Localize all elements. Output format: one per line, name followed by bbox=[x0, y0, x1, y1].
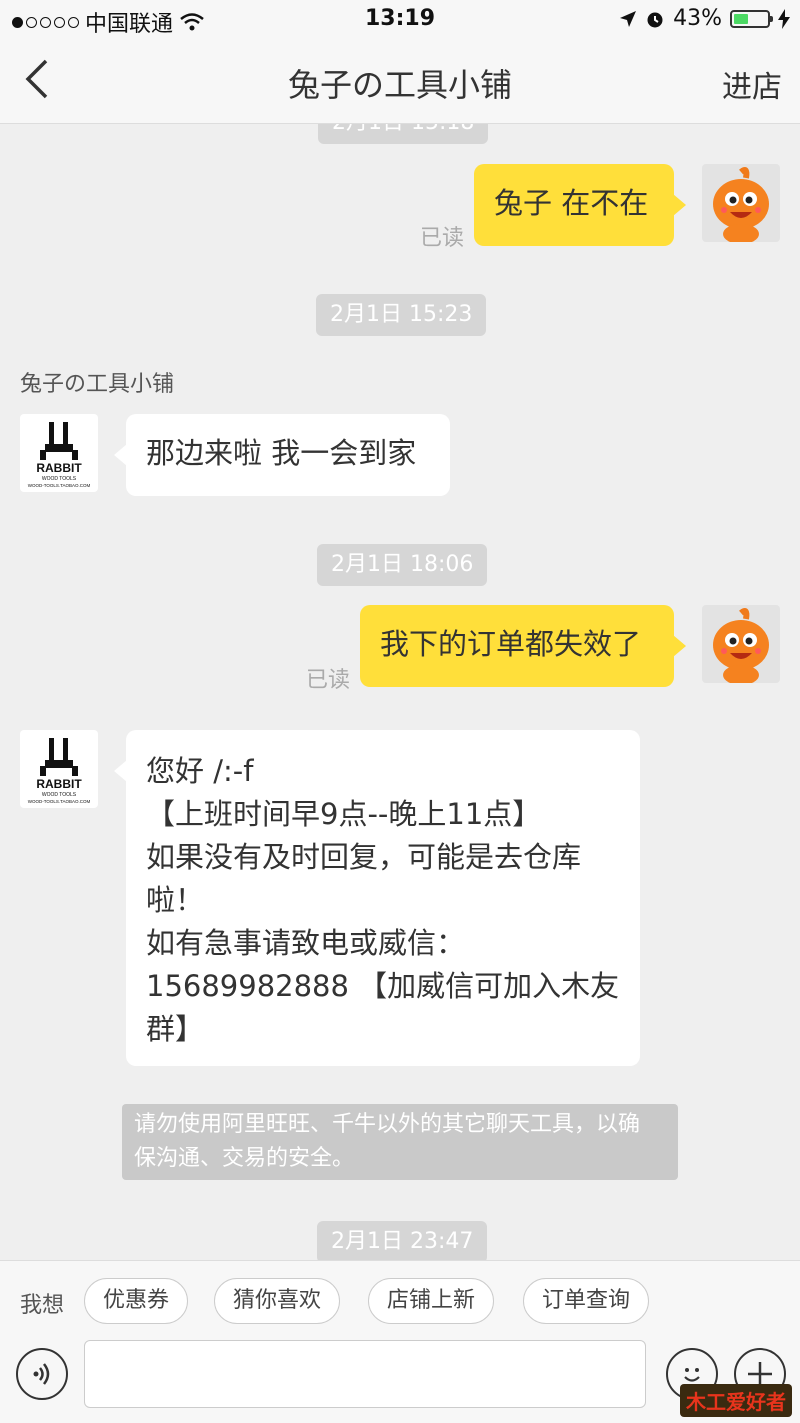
logo-sub-text: WOOD TOOLS bbox=[42, 792, 77, 798]
battery-icon bbox=[730, 9, 773, 28]
message-line: 啦！ bbox=[146, 883, 205, 917]
message-line: 您好 /:-f bbox=[146, 754, 254, 788]
notice-line: 请勿使用阿里旺旺、千牛以外的其它聊天工具，以确 bbox=[134, 1112, 641, 1137]
read-receipt: 已读 bbox=[420, 226, 465, 251]
input-bar: 木工爱好者 bbox=[0, 1340, 800, 1423]
notice-line: 保沟通、交易的安全。 bbox=[134, 1146, 355, 1171]
security-notice: 请勿使用阿里旺旺、千牛以外的其它聊天工具，以确 保沟通、交易的安全。 bbox=[122, 1104, 678, 1180]
chat-title: 兔子の工具小铺 bbox=[287, 66, 512, 104]
chip-coupons[interactable]: 优惠券 bbox=[84, 1278, 189, 1324]
my-message-bubble[interactable]: 兔子 在不在 bbox=[474, 164, 686, 246]
message-line: 15689982888 【加威信可加入木友 bbox=[146, 969, 620, 1003]
my-avatar[interactable] bbox=[702, 605, 780, 683]
timestamp: 2月1日 15:23 bbox=[316, 294, 487, 336]
message-line: 如果没有及时回复，可能是去仓库 bbox=[146, 840, 582, 874]
quick-action-bar: 我想 优惠券 猜你喜欢 店铺上新 订单查询 bbox=[0, 1260, 800, 1340]
alarm-icon bbox=[647, 12, 663, 27]
enter-store-button[interactable]: 进店 bbox=[722, 62, 782, 106]
watermark-logo: 木工爱好者 bbox=[680, 1384, 792, 1417]
message-line: 如有急事请致电或威信： bbox=[146, 926, 466, 960]
timestamp: 2月1日 15:18 bbox=[318, 124, 489, 144]
nav-bar: 兔子の工具小铺 进店 bbox=[0, 40, 800, 124]
shop-avatar[interactable]: RABBIT WOOD TOOLS WOOD-TOOLS.TAOBAO.COM bbox=[20, 730, 98, 808]
message-text: 我下的订单都失效了 bbox=[380, 627, 642, 661]
location-icon bbox=[620, 10, 637, 27]
chat-area[interactable]: 2月1日 15:18 已读 兔子 在不在 2月1日 15:23 兔子の工具小铺 … bbox=[0, 124, 800, 1260]
battery-percent: 43% bbox=[673, 6, 722, 31]
shop-avatar[interactable]: RABBIT WOOD TOOLS WOOD-TOOLS.TAOBAO.COM bbox=[20, 414, 98, 492]
rabbit-logo-icon: RABBIT WOOD TOOLS WOOD-TOOLS.TAOBAO.COM bbox=[28, 738, 91, 804]
shop-message-bubble[interactable]: 那边来啦 我一会到家 bbox=[114, 414, 450, 496]
voice-icon bbox=[33, 1363, 50, 1385]
my-message-bubble[interactable]: 我下的订单都失效了 bbox=[360, 605, 686, 687]
message-input[interactable] bbox=[84, 1340, 646, 1408]
logo-brand-text: RABBIT bbox=[36, 461, 82, 475]
chip-recommend[interactable]: 猜你喜欢 bbox=[214, 1278, 341, 1324]
my-avatar[interactable] bbox=[702, 164, 780, 242]
mascot-avatar-icon bbox=[713, 608, 769, 683]
timestamp: 2月1日 18:06 bbox=[317, 544, 488, 586]
logo-sub-text: WOOD TOOLS bbox=[42, 476, 77, 482]
mascot-avatar-icon bbox=[713, 167, 769, 242]
logo-url-text: WOOD-TOOLS.TAOBAO.COM bbox=[28, 483, 91, 488]
logo-url-text: WOOD-TOOLS.TAOBAO.COM bbox=[28, 799, 91, 804]
chip-new-arrivals[interactable]: 店铺上新 bbox=[368, 1278, 495, 1324]
sender-name: 兔子の工具小铺 bbox=[20, 372, 175, 397]
message-line: 【上班时间早9点--晚上11点】 bbox=[146, 797, 542, 831]
timestamp: 2月1日 23:47 bbox=[317, 1221, 488, 1260]
message-text: 那边来啦 我一会到家 bbox=[146, 436, 417, 470]
status-right: 43% bbox=[619, 6, 790, 31]
logo-brand-text: RABBIT bbox=[36, 777, 82, 791]
rabbit-logo-icon: RABBIT WOOD TOOLS WOOD-TOOLS.TAOBAO.COM bbox=[28, 422, 91, 488]
read-receipt: 已读 bbox=[306, 668, 351, 693]
status-bar: 中国联通 13:19 43% bbox=[0, 0, 800, 40]
chip-order-query[interactable]: 订单查询 bbox=[523, 1278, 650, 1324]
quick-action-label: 我想 bbox=[20, 1293, 65, 1318]
charging-icon bbox=[778, 8, 790, 29]
message-text: 兔子 在不在 bbox=[494, 186, 649, 220]
message-line: 群】 bbox=[146, 1012, 205, 1046]
shop-auto-reply-bubble[interactable]: 您好 /:-f 【上班时间早9点--晚上11点】 如果没有及时回复，可能是去仓库… bbox=[114, 730, 640, 1066]
voice-button[interactable] bbox=[16, 1348, 68, 1400]
